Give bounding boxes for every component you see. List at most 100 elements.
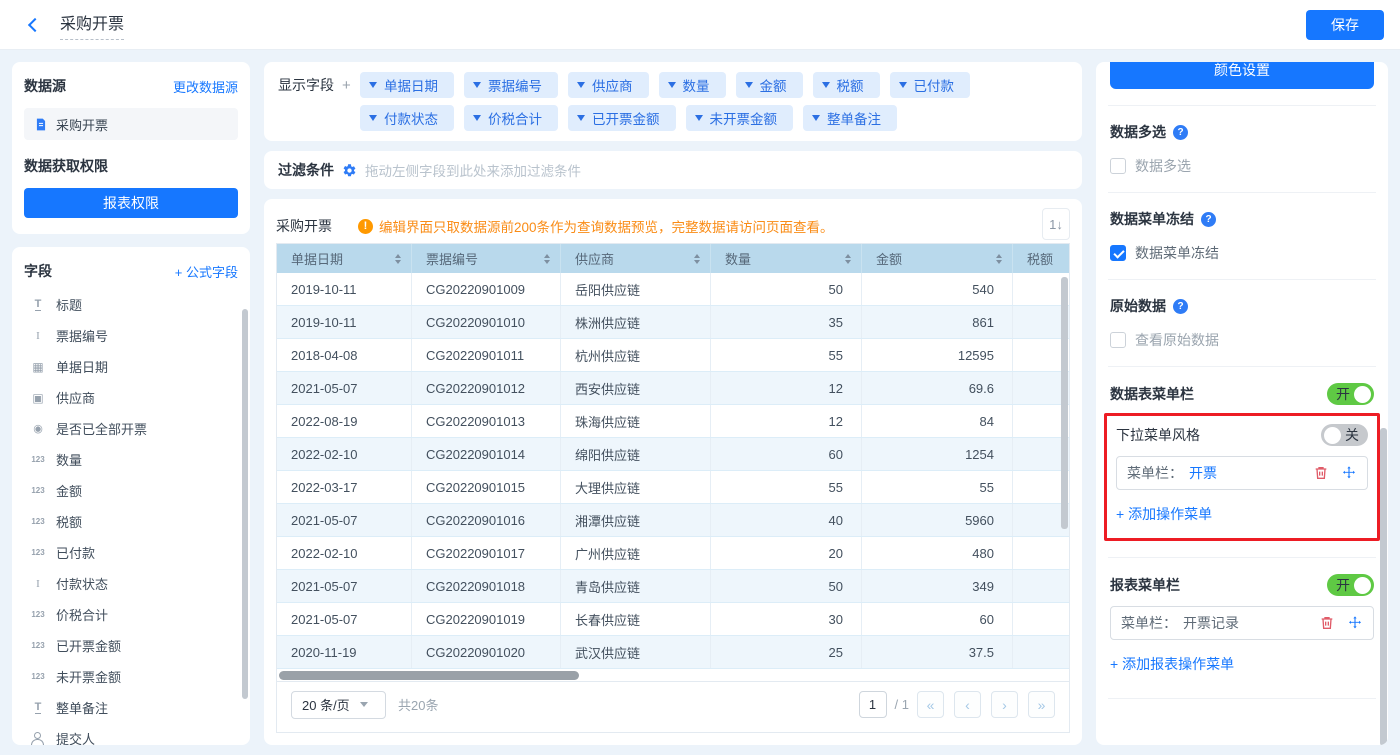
color-settings-button[interactable]: 颜色设置: [1110, 62, 1374, 89]
report-menu-item[interactable]: 菜单栏： 开票记录: [1110, 606, 1374, 640]
display-field-chip[interactable]: 已开票金额: [568, 105, 676, 131]
cell-amount: 349: [862, 570, 1013, 602]
fields-scrollbar[interactable]: [242, 309, 248, 699]
help-icon[interactable]: ?: [1173, 299, 1188, 314]
help-icon[interactable]: ?: [1201, 212, 1216, 227]
field-item[interactable]: 付款状态: [24, 568, 238, 599]
number-icon: [28, 483, 48, 499]
report-permission-button[interactable]: 报表权限: [24, 188, 238, 218]
table-row[interactable]: 2022-02-10 CG20220901017 广州供应链 20 480: [277, 537, 1069, 570]
column-header[interactable]: 票据编号: [412, 244, 561, 273]
display-field-chip[interactable]: 价税合计: [464, 105, 558, 131]
cell-supplier: 长春供应链: [561, 603, 711, 635]
dropdown-style-label: 下拉菜单风格: [1116, 425, 1200, 445]
add-report-action-menu-link[interactable]: + 添加报表操作菜单: [1110, 654, 1374, 674]
table-row[interactable]: 2018-04-08 CG20220901011 杭州供应链 55 12595: [277, 339, 1069, 372]
datasource-item[interactable]: 采购开票: [24, 108, 238, 140]
table-row[interactable]: 2021-05-07 CG20220901012 西安供应链 12 69.6: [277, 372, 1069, 405]
field-item[interactable]: 未开票金额: [24, 661, 238, 692]
sort-carets-icon: [996, 254, 1002, 264]
field-item[interactable]: 票据编号: [24, 320, 238, 351]
field-item[interactable]: 提交人: [24, 723, 238, 745]
pagination-nav-button[interactable]: «: [917, 691, 944, 718]
trash-icon[interactable]: [1319, 615, 1335, 631]
display-field-chip[interactable]: 供应商: [568, 72, 649, 98]
column-header-label: 单据日期: [291, 249, 343, 268]
cell-quantity: 55: [711, 471, 862, 503]
field-item[interactable]: 单据日期: [24, 351, 238, 382]
field-item[interactable]: 价税合计: [24, 599, 238, 630]
table-vertical-scrollbar[interactable]: [1061, 277, 1068, 529]
chip-label: 单据日期: [384, 75, 438, 95]
table-row[interactable]: 2020-11-19 CG20220901020 武汉供应链 25 37.5: [277, 636, 1069, 669]
dropdown-style-toggle[interactable]: 关: [1321, 424, 1368, 446]
add-display-field-button[interactable]: +: [342, 77, 351, 94]
add-formula-field-link[interactable]: + 公式字段: [175, 262, 238, 281]
column-header[interactable]: 数量: [711, 244, 862, 273]
display-field-chip[interactable]: 未开票金额: [686, 105, 794, 131]
table-row[interactable]: 2022-02-10 CG20220901014 绵阳供应链 60 1254: [277, 438, 1069, 471]
add-action-menu-link[interactable]: + 添加操作菜单: [1116, 504, 1368, 524]
table-row[interactable]: 2022-08-19 CG20220901013 珠海供应链 12 84: [277, 405, 1069, 438]
chevron-down-icon: [577, 82, 585, 88]
column-header[interactable]: 金额: [862, 244, 1013, 273]
trash-icon[interactable]: [1313, 465, 1329, 481]
table-row[interactable]: 2021-05-07 CG20220901019 长春供应链 30 60: [277, 603, 1069, 636]
gear-icon[interactable]: [342, 163, 357, 178]
display-field-chip[interactable]: 已付款: [890, 72, 971, 98]
raw-data-checkbox[interactable]: [1110, 332, 1126, 348]
field-item[interactable]: 整单备注: [24, 692, 238, 723]
field-item[interactable]: 标题: [24, 289, 238, 320]
display-field-chip[interactable]: 整单备注: [803, 105, 897, 131]
column-header[interactable]: 供应商: [561, 244, 711, 273]
table-row[interactable]: 2021-05-07 CG20220901018 青岛供应链 50 349: [277, 570, 1069, 603]
toggle-knob: [1324, 427, 1341, 444]
field-item[interactable]: 是否已全部开票: [24, 413, 238, 444]
column-header[interactable]: 税额: [1013, 244, 1069, 273]
table-row[interactable]: 2019-10-11 CG20220901010 株洲供应链 35 861: [277, 306, 1069, 339]
sort-order-button[interactable]: 1↓: [1042, 208, 1070, 240]
field-item[interactable]: 数量: [24, 444, 238, 475]
display-fields-card: 显示字段 + 单据日期 票据编号 供应商 数量 金额 税额 已付款: [264, 62, 1082, 141]
display-field-chip[interactable]: 票据编号: [464, 72, 558, 98]
move-icon[interactable]: [1341, 465, 1357, 481]
pagination-nav-button[interactable]: ‹: [954, 691, 981, 718]
cell-supplier: 杭州供应链: [561, 339, 711, 371]
display-field-chip[interactable]: 金额: [736, 72, 803, 98]
raw-data-heading: 原始数据: [1110, 296, 1166, 316]
move-icon[interactable]: [1347, 615, 1363, 631]
display-field-chip[interactable]: 数量: [659, 72, 726, 98]
field-item[interactable]: 金额: [24, 475, 238, 506]
cell-doc-date: 2022-03-17: [277, 471, 412, 503]
display-field-chip[interactable]: 单据日期: [360, 72, 454, 98]
display-field-chip[interactable]: 税额: [813, 72, 880, 98]
horizontal-scrollbar[interactable]: [279, 671, 579, 680]
menu-freeze-checkbox[interactable]: [1110, 245, 1126, 261]
display-field-chip[interactable]: 付款状态: [360, 105, 454, 131]
table-row[interactable]: 2019-10-11 CG20220901009 岳阳供应链 50 540: [277, 273, 1069, 306]
column-header[interactable]: 单据日期: [277, 244, 412, 273]
pagination-nav-button[interactable]: ›: [991, 691, 1018, 718]
table-row[interactable]: 2021-05-07 CG20220901016 湘潭供应链 40 5960: [277, 504, 1069, 537]
save-button[interactable]: 保存: [1306, 10, 1384, 40]
help-icon[interactable]: ?: [1173, 125, 1188, 140]
multi-select-checkbox[interactable]: [1110, 158, 1126, 174]
page-number-input[interactable]: 1: [859, 691, 887, 718]
table-menu-toggle[interactable]: 开: [1327, 383, 1374, 405]
back-icon[interactable]: [28, 17, 42, 31]
pagination-nav-button[interactable]: »: [1028, 691, 1055, 718]
topbar: 采购开票 保存: [0, 0, 1400, 50]
field-item[interactable]: 供应商: [24, 382, 238, 413]
field-item[interactable]: 税额: [24, 506, 238, 537]
cell-amount: 861: [862, 306, 1013, 338]
cell-supplier: 大理供应链: [561, 471, 711, 503]
page-size-select[interactable]: 20 条/页: [291, 691, 386, 719]
settings-scrollbar[interactable]: [1380, 428, 1387, 745]
field-item[interactable]: 已开票金额: [24, 630, 238, 661]
cell-doc-date: 2019-10-11: [277, 306, 412, 338]
report-menu-toggle[interactable]: 开: [1327, 574, 1374, 596]
field-item[interactable]: 已付款: [24, 537, 238, 568]
table-menu-item[interactable]: 菜单栏： 开票: [1116, 456, 1368, 490]
table-row[interactable]: 2022-03-17 CG20220901015 大理供应链 55 55: [277, 471, 1069, 504]
change-datasource-link[interactable]: 更改数据源: [173, 77, 238, 96]
